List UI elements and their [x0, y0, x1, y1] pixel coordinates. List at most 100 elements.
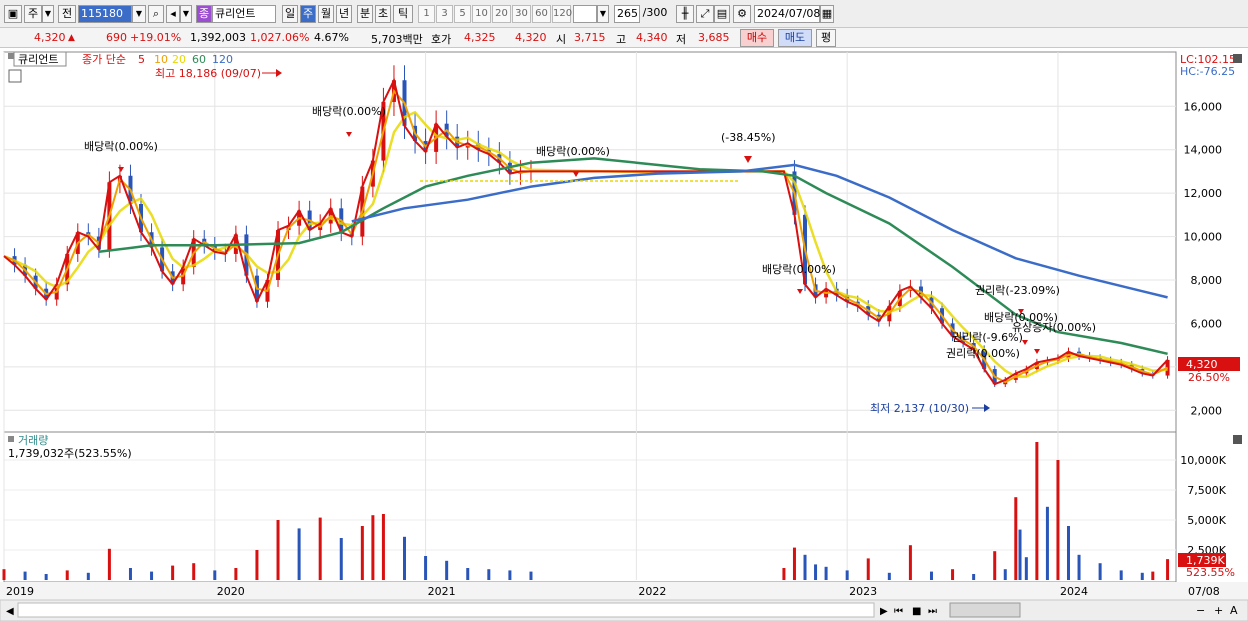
quote-bar: 4,320 ▲ 690 +19.01% 1,392,003 1,027.06% … — [0, 28, 1248, 48]
volume-bar — [487, 569, 491, 580]
legend-menu-icon[interactable] — [8, 53, 14, 59]
volume-bar — [44, 574, 48, 580]
current-price: 4,320 — [34, 31, 66, 44]
period-day[interactable]: 일 — [282, 5, 298, 23]
stock-name-field[interactable]: 큐리언트 — [212, 5, 276, 23]
volume-tick-label: 10,000K — [1180, 454, 1226, 467]
volume-bar — [824, 566, 828, 580]
calendar-icon[interactable]: ▦ — [820, 5, 834, 23]
interval-5[interactable]: 5 — [454, 5, 471, 23]
legend-ma120: 120 — [212, 53, 233, 66]
speaker-icon[interactable]: ◂ — [166, 5, 180, 23]
interval-1[interactable]: 1 — [418, 5, 435, 23]
price-change-pct: +19.01% — [130, 31, 182, 44]
volume-menu-icon[interactable] — [8, 436, 14, 442]
annotation-div1: 배당락(0.00%) — [84, 140, 158, 153]
chart-svg[interactable]: 2,0004,0006,0008,00010,00012,00014,00016… — [0, 50, 1248, 621]
scroll-thumb[interactable] — [949, 602, 1021, 618]
period-main-button[interactable]: 주 — [24, 5, 42, 23]
period-dropdown-icon[interactable]: ▼ — [42, 5, 54, 23]
table-view-icon[interactable] — [8, 69, 22, 83]
price-tag-pct: 26.50% — [1188, 371, 1230, 384]
interval-120[interactable]: 120 — [552, 5, 572, 23]
bid-price-1: 4,325 — [464, 31, 496, 44]
date-input[interactable]: 2024/07/08 — [754, 5, 820, 23]
volume-tick-label: 5,000K — [1187, 514, 1226, 527]
window-menu-icon[interactable]: ▣ — [4, 5, 22, 23]
price-close-icon[interactable] — [1233, 54, 1242, 63]
search-icon[interactable]: ⌕ — [148, 5, 164, 23]
volume-bar — [1077, 554, 1081, 580]
save-icon[interactable]: ▤ — [714, 5, 730, 23]
jump-end-icon[interactable]: ⏭ — [928, 606, 937, 617]
interval-60[interactable]: 60 — [532, 5, 551, 23]
volume-bar — [929, 571, 933, 580]
up-arrow-icon: ▲ — [68, 33, 75, 43]
volume-axis: 2,500K5,000K7,500K10,000K — [1180, 454, 1226, 557]
interval-30[interactable]: 30 — [512, 5, 531, 23]
code-dropdown-icon[interactable]: ▼ — [132, 5, 146, 23]
open-label: 시 — [556, 33, 567, 46]
prev-button[interactable]: 전 — [58, 5, 76, 23]
period-year[interactable]: 년 — [336, 5, 352, 23]
volume-bar — [1003, 569, 1007, 580]
volume-bar — [845, 570, 849, 580]
speaker-dropdown-icon[interactable]: ▼ — [180, 5, 192, 23]
price-tick-label: 8,000 — [1191, 274, 1223, 287]
scroll-track[interactable] — [17, 602, 875, 618]
period-month[interactable]: 월 — [318, 5, 334, 23]
volume-close-icon[interactable] — [1233, 435, 1242, 444]
interval-custom-input[interactable] — [573, 5, 597, 23]
scroll-left-icon[interactable]: ◀ — [6, 606, 14, 617]
price-tick-label: 10,000 — [1184, 231, 1223, 244]
volume-bar — [192, 563, 196, 580]
draw-tool-icon[interactable]: ⤢ — [696, 5, 714, 23]
annotation-rights2: 권리락(-9.6%) — [952, 331, 1023, 344]
bid-label: 호가 — [431, 33, 452, 46]
volume-bar — [792, 547, 796, 580]
stop-icon[interactable]: ■ — [912, 606, 921, 617]
toolbar: ▣ 주 ▼ 전 115180 ▼ ⌕ ◂ ▼ 종 큐리언트 일 주 월 년 분 … — [0, 0, 1248, 28]
sell-button[interactable]: 매도 — [778, 29, 812, 47]
volume-bar — [1066, 526, 1070, 580]
candle-type-icon[interactable]: ╫ — [676, 5, 694, 23]
high-label: 고 — [616, 33, 627, 46]
zoom-out-icon[interactable]: − — [1196, 604, 1205, 617]
volume-tick-label: 7,500K — [1187, 484, 1226, 497]
avg-button[interactable]: 평 — [816, 29, 836, 47]
count-total: /300 — [642, 6, 668, 19]
volume-bar — [1166, 559, 1170, 580]
gear-icon[interactable]: ⚙ — [733, 5, 751, 23]
interval-10[interactable]: 10 — [472, 5, 491, 23]
volume-bar — [23, 571, 27, 580]
count-input[interactable]: 265 — [614, 5, 640, 23]
annotation-low: 최저 2,137 (10/30) — [870, 402, 969, 415]
interval-20[interactable]: 20 — [492, 5, 511, 23]
interval-dropdown-icon[interactable]: ▼ — [597, 5, 609, 23]
price-tag-value: 4,320 — [1186, 358, 1218, 371]
price-tick-label: 16,000 — [1184, 100, 1223, 113]
auto-scale-icon[interactable]: A — [1230, 604, 1238, 617]
volume-bar — [445, 560, 449, 580]
zoom-in-icon[interactable]: + — [1214, 604, 1223, 617]
volume-panel — [3, 431, 1177, 583]
scroll-right-icon[interactable]: ▶ — [880, 606, 888, 617]
volume-bar — [1056, 460, 1060, 580]
volume-bar — [107, 548, 111, 580]
period-tick[interactable]: 틱 — [393, 5, 413, 23]
time-tick-label: 2022 — [638, 585, 666, 598]
annotation-rights1: 권리락(-23.09%) — [975, 284, 1060, 297]
period-week[interactable]: 주 — [300, 5, 316, 23]
period-second[interactable]: 초 — [375, 5, 391, 23]
period-minute[interactable]: 분 — [357, 5, 373, 23]
interval-3[interactable]: 3 — [436, 5, 453, 23]
chart-area[interactable]: 2,0004,0006,0008,00010,00012,00014,00016… — [0, 50, 1248, 621]
jump-start-icon[interactable]: ⏮ — [894, 606, 903, 617]
legend-ma5: 5 — [138, 53, 145, 66]
volume-bar — [150, 571, 154, 580]
code-input[interactable]: 115180 — [78, 5, 132, 23]
volume-bar — [951, 569, 955, 580]
buy-button[interactable]: 매수 — [740, 29, 774, 47]
volume-bar — [466, 568, 470, 580]
price-tick-label: 12,000 — [1184, 187, 1223, 200]
